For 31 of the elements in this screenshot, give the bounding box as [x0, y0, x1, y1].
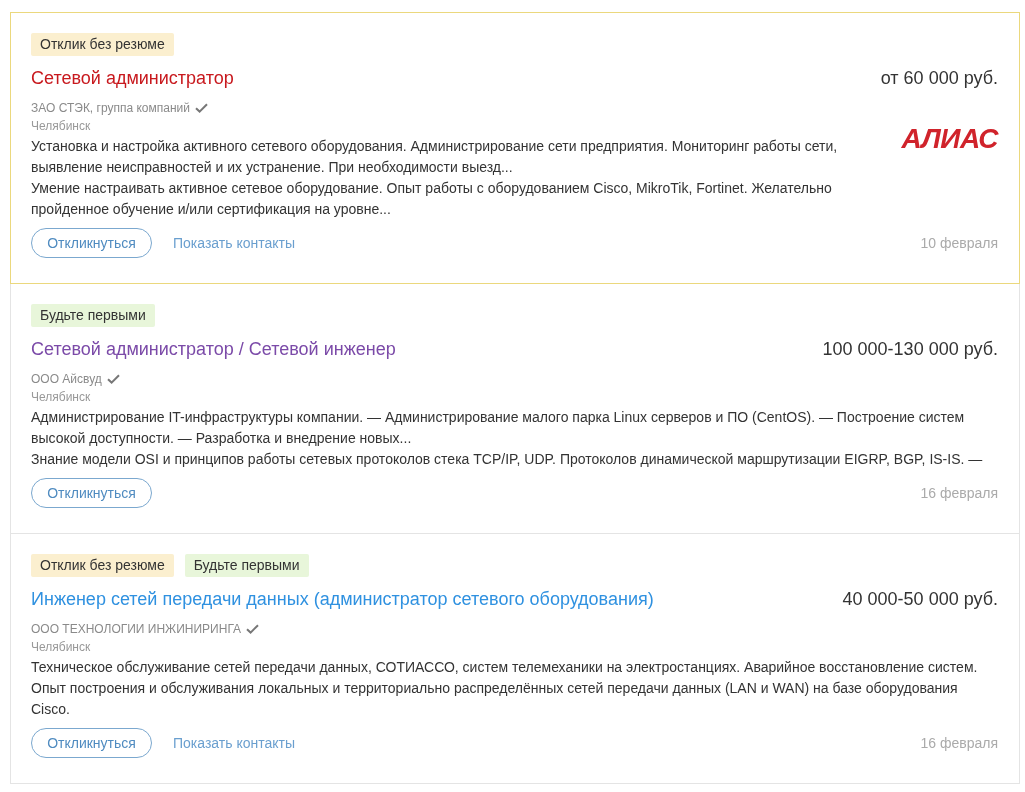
post-date: 16 февраля — [920, 735, 998, 751]
vacancy-description: Умение настраивать активное сетевое оборудование. Опыт работы с оборудованием Cisco, MikroTik, Fortinet. Желательно пройденное обучение и/или сертификация на уровне... — [31, 179, 833, 219]
vacancy-description: Техническое обслуживание сетей передачи данных, СОТИАССО, систем телемеханики на электростанциях. Аварийное восстановление систем. — [31, 658, 979, 677]
vacancy-tag: Отклик без резюме — [31, 554, 174, 577]
company-name: ООО Айсвуд — [31, 371, 102, 388]
apply-button[interactable]: Откликнуться — [31, 728, 152, 758]
vacancy-tag: Отклик без резюме — [31, 33, 174, 56]
vacancy-description: Установка и настройка активного сетевого оборудования. Администрирование сети предприятия. Мониторинг работы сети, выявление неисправностей и их устранение. При необходимости выезд... — [31, 137, 839, 177]
vacancy-tag: Будьте первыми — [31, 304, 155, 327]
vacancy-title-link[interactable]: Инженер сетей передачи данных (администратор сетевого оборудования) — [31, 587, 654, 611]
vacancy-title-link[interactable]: Сетевой администратор / Сетевой инженер — [31, 337, 396, 361]
show-contacts-link[interactable]: Показать контакты — [173, 735, 295, 751]
show-contacts-link[interactable]: Показать контакты — [173, 235, 295, 251]
salary: 40 000-50 000 руб. — [842, 588, 998, 611]
city: Челябинск — [31, 639, 92, 656]
company-logo: АЛИАС — [901, 127, 998, 151]
post-date: 16 февраля — [920, 485, 998, 501]
city: Челябинск — [31, 389, 92, 406]
vacancy-description: Опыт построения и обслуживания локальных и территориально распределённых сетей передачи данных (LAN и WAN) на базе оборудования Cisco. — [31, 679, 959, 719]
company-name: ЗАО СТЭК, группа компаний — [31, 100, 190, 117]
company-name: ООО ТЕХНОЛОГИИ ИНЖИНИРИНГА — [31, 621, 242, 638]
vacancy-tag: Будьте первыми — [184, 554, 309, 577]
vacancy-description: Администрирование IT-инфраструктуры компании. — Администрирование малого парка Linux серверов и ПО (CentOS). — Построение систем высокой доступности. — Разработка и внедрение новых... — [31, 408, 966, 448]
vacancy-title-link[interactable]: Сетевой администратор — [31, 66, 234, 90]
apply-button[interactable]: Откликнуться — [31, 478, 152, 508]
salary: от 60 000 руб. — [880, 67, 998, 90]
salary: 100 000-130 000 руб. — [822, 338, 998, 361]
city: Челябинск — [31, 118, 92, 135]
vacancy-description: Знание модели OSI и принципов работы сетевых протоколов стека TCP/IP, UDP. Протоколов динамической маршрутизации EIGRP, BGP, IS-IS. — — [31, 450, 984, 469]
apply-button[interactable]: Откликнуться — [31, 228, 152, 258]
post-date: 10 февраля — [920, 235, 998, 251]
